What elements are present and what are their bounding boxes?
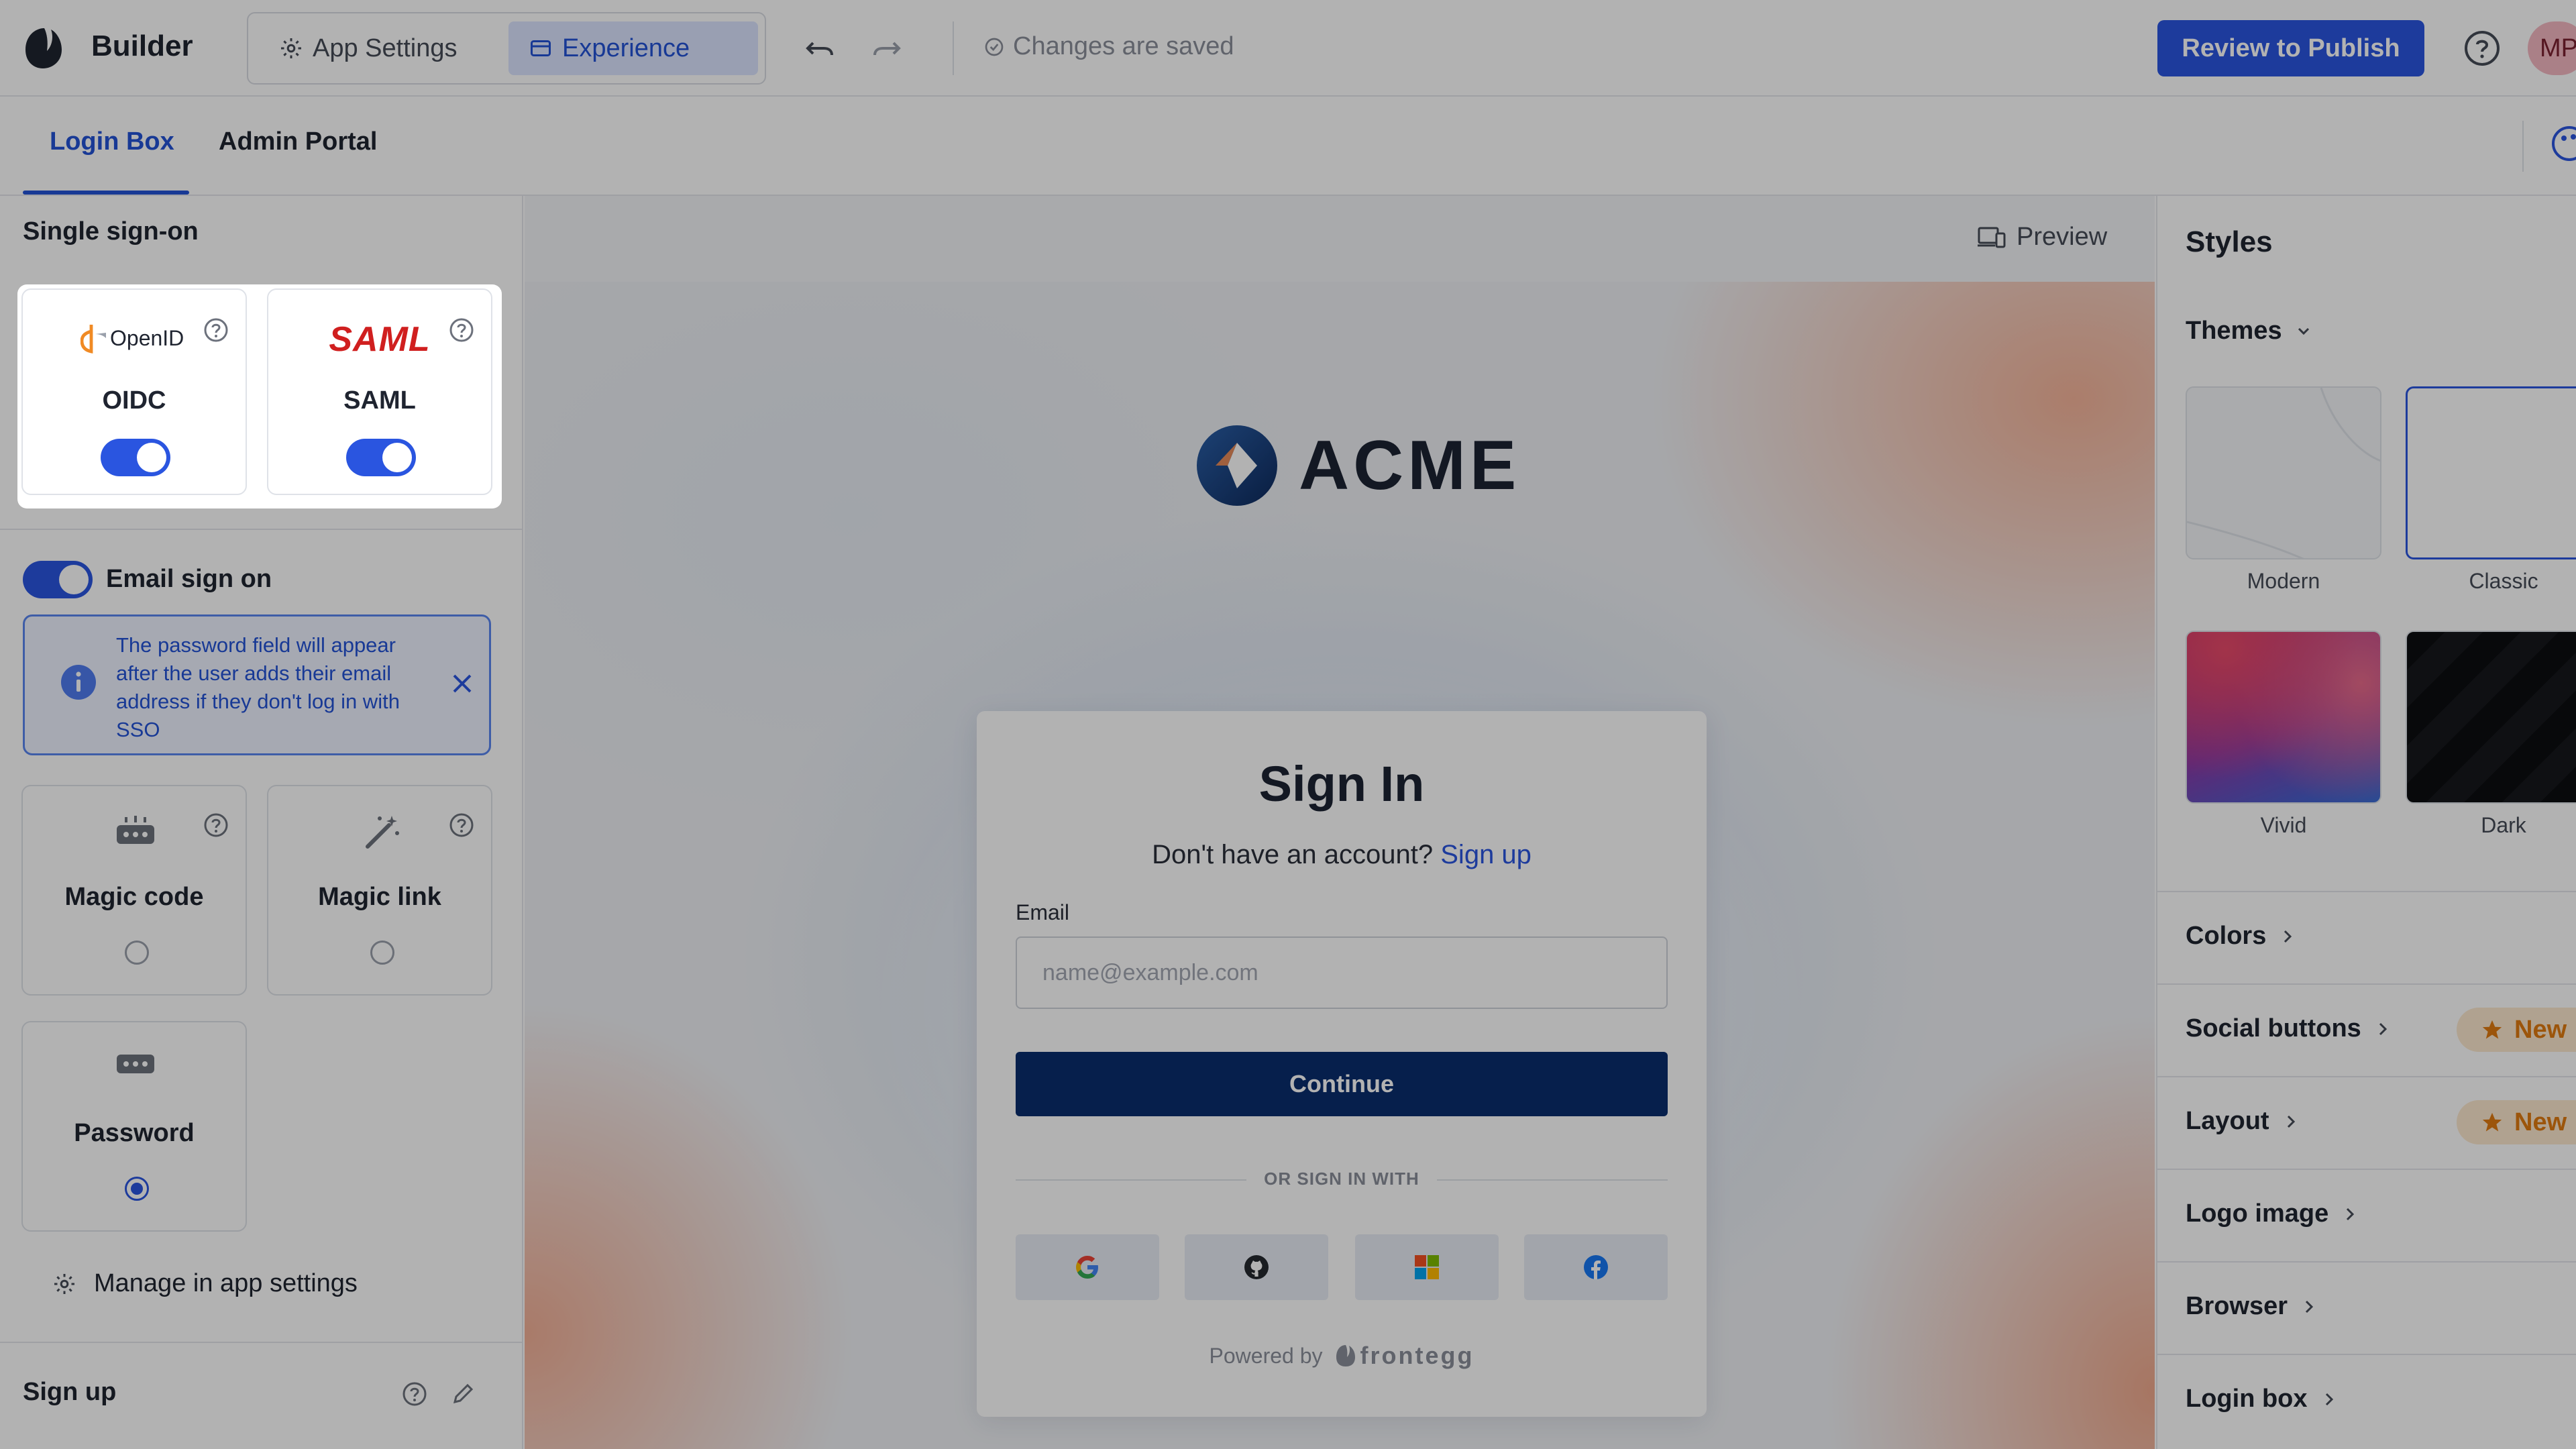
sso-card-title: OIDC [102,386,166,415]
builder-app: Builder App Settings Experience Changes … [0,0,2576,1449]
openid-logo: OpenID [80,322,184,354]
sso-card-oidc-highlighted: OpenID OIDC [21,288,247,495]
saml-toggle[interactable] [346,439,416,476]
spotlight-overlay [0,0,2576,1449]
sso-spotlight: OpenID OIDC SAML SAML [17,284,502,508]
sso-card-title: SAML [343,386,416,415]
help-icon[interactable] [203,317,229,343]
openid-logo-text: OpenID [110,325,184,350]
sso-card-saml-highlighted: SAML SAML [267,288,492,495]
help-icon[interactable] [448,317,475,343]
oidc-toggle[interactable] [101,439,170,476]
openid-icon [80,325,106,354]
